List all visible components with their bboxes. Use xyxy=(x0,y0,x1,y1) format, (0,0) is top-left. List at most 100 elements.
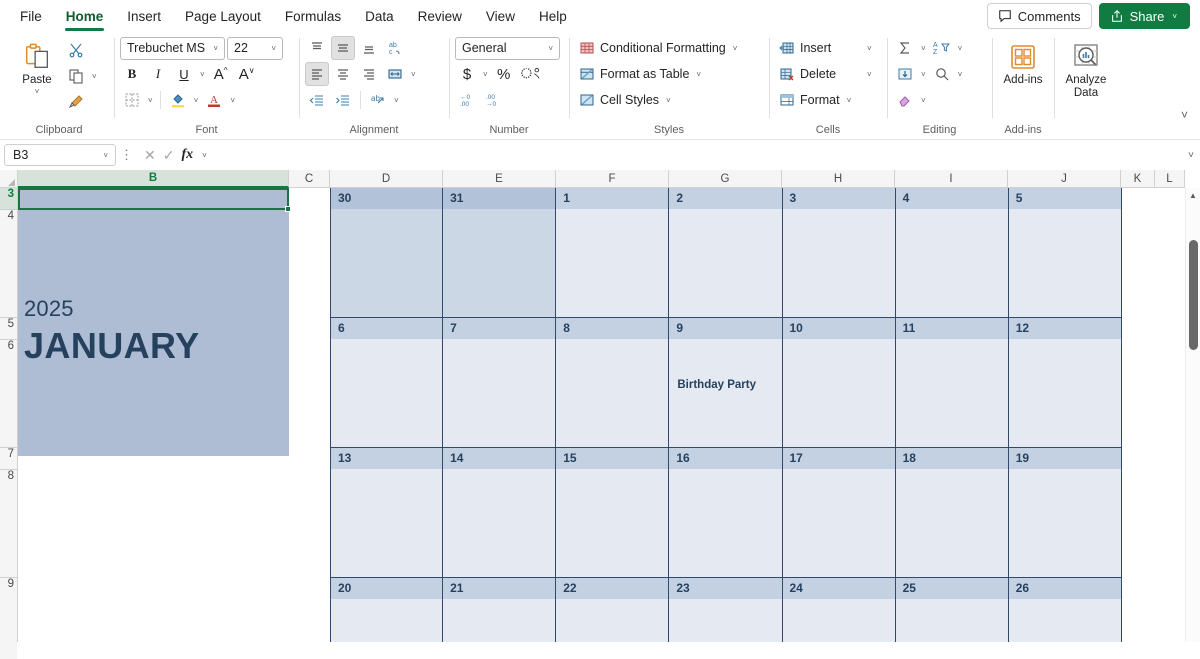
select-all-corner[interactable] xyxy=(0,170,18,188)
calendar-day-cell[interactable]: 12 xyxy=(1009,318,1122,448)
column-header-B[interactable]: B xyxy=(18,170,289,188)
merge-caret-icon[interactable]: ˅ xyxy=(409,70,418,79)
font-size-caret-icon[interactable]: ˅ xyxy=(269,44,278,53)
calendar-day-cell[interactable]: 7 xyxy=(443,318,556,448)
delete-cells-button[interactable]: Delete xyxy=(775,62,863,86)
calendar-day-cell[interactable]: 30 xyxy=(330,188,443,318)
tab-data[interactable]: Data xyxy=(355,5,404,28)
font-color-button[interactable]: A xyxy=(202,88,226,112)
calendar-day-cell[interactable]: 25 xyxy=(896,578,1009,642)
tab-view[interactable]: View xyxy=(476,5,525,28)
calendar-day-cell[interactable]: 15 xyxy=(556,448,669,578)
number-format-combo[interactable]: General ˅ xyxy=(455,37,560,60)
align-right-button[interactable] xyxy=(357,62,381,86)
fill-handle[interactable] xyxy=(285,206,291,212)
autosum-button[interactable] xyxy=(893,36,917,60)
copy-button[interactable] xyxy=(64,64,88,88)
decrease-decimal-button[interactable]: ←0.00 xyxy=(455,88,479,112)
format-as-table-button[interactable]: Format as Table ˅ xyxy=(575,62,707,86)
borders-caret-icon[interactable]: ˅ xyxy=(146,96,155,105)
calendar-day-cell[interactable]: 2 xyxy=(669,188,782,318)
align-top-button[interactable] xyxy=(305,36,329,60)
insert-function-icon[interactable]: fx xyxy=(181,147,193,163)
shrink-font-button[interactable]: A∨ xyxy=(235,62,259,86)
calendar-day-cell[interactable]: 8 xyxy=(556,318,669,448)
tab-page-layout[interactable]: Page Layout xyxy=(175,5,271,28)
currency-button[interactable]: $ xyxy=(455,62,479,86)
column-header-F[interactable]: F xyxy=(556,170,669,188)
row-header-8[interactable]: 8 xyxy=(0,470,17,578)
cell-styles-caret-icon[interactable]: ˅ xyxy=(664,96,673,105)
cut-button[interactable] xyxy=(64,38,88,62)
paste-caret-icon[interactable]: ˅ xyxy=(33,87,42,96)
vertical-scrollbar[interactable]: ▲ xyxy=(1185,188,1200,642)
column-header-I[interactable]: I xyxy=(895,170,1008,188)
wrap-text-button[interactable]: ab xyxy=(366,88,390,112)
cell-styles-button[interactable]: Cell Styles ˅ xyxy=(575,88,677,112)
currency-caret-icon[interactable]: ˅ xyxy=(481,70,490,79)
column-header-K[interactable]: K xyxy=(1121,170,1155,188)
orientation-button[interactable]: abc xyxy=(383,36,407,60)
calendar-day-cell[interactable]: 1 xyxy=(556,188,669,318)
row-header-5[interactable]: 5 xyxy=(0,318,17,340)
calendar-day-cell[interactable]: 11 xyxy=(896,318,1009,448)
calendar-day-cell[interactable]: 4 xyxy=(896,188,1009,318)
conditional-formatting-button[interactable]: Conditional Formatting ˅ xyxy=(575,36,743,60)
calendar-day-cell[interactable]: 26 xyxy=(1009,578,1122,642)
font-color-caret-icon[interactable]: ˅ xyxy=(228,96,237,105)
wrap-text-caret-icon[interactable]: ˅ xyxy=(392,96,401,105)
column-header-D[interactable]: D xyxy=(330,170,443,188)
tab-formulas[interactable]: Formulas xyxy=(275,5,351,28)
calendar-day-cell[interactable]: 31 xyxy=(443,188,556,318)
fill-caret-icon[interactable]: ˅ xyxy=(919,70,928,79)
fx-caret-icon[interactable]: ˅ xyxy=(200,151,209,160)
scrollbar-thumb[interactable] xyxy=(1189,240,1198,350)
calendar-day-cell[interactable]: 24 xyxy=(783,578,896,642)
row-header-6[interactable]: 6 xyxy=(0,340,17,448)
underline-button[interactable]: U xyxy=(172,62,196,86)
decrease-indent-button[interactable] xyxy=(305,88,329,112)
comments-button[interactable]: Comments xyxy=(987,3,1092,29)
calendar-day-cell[interactable]: 19 xyxy=(1009,448,1122,578)
sort-filter-caret-icon[interactable]: ˅ xyxy=(956,44,965,53)
insert-cells-button[interactable]: Insert xyxy=(775,36,863,60)
column-header-C[interactable]: C xyxy=(289,170,330,188)
find-caret-icon[interactable]: ˅ xyxy=(956,70,965,79)
align-bottom-button[interactable] xyxy=(357,36,381,60)
row-header-9[interactable]: 9 xyxy=(0,578,17,659)
clear-caret-icon[interactable]: ˅ xyxy=(919,96,928,105)
comma-style-button[interactable]: ং xyxy=(518,62,542,86)
align-center-button[interactable] xyxy=(331,62,355,86)
column-header-L[interactable]: L xyxy=(1155,170,1185,188)
autosum-caret-icon[interactable]: ˅ xyxy=(919,44,928,53)
font-name-caret-icon[interactable]: ˅ xyxy=(211,44,220,53)
calendar-day-cell[interactable]: 17 xyxy=(783,448,896,578)
calendar-day-cell[interactable]: 9 Birthday Party xyxy=(669,318,782,448)
fill-button[interactable] xyxy=(893,62,917,86)
share-caret-icon[interactable]: ˅ xyxy=(1170,12,1179,21)
row-header-7[interactable]: 7 xyxy=(0,448,17,470)
find-button[interactable] xyxy=(930,62,954,86)
name-box-caret-icon[interactable]: ˅ xyxy=(101,151,110,160)
italic-button[interactable]: I xyxy=(146,62,170,86)
column-header-G[interactable]: G xyxy=(669,170,782,188)
format-cells-caret-icon[interactable]: ˅ xyxy=(845,96,854,105)
percent-button[interactable]: % xyxy=(492,62,516,86)
calendar-day-cell[interactable]: 5 xyxy=(1009,188,1122,318)
calendar-day-cell[interactable]: 3 xyxy=(783,188,896,318)
calendar-day-cell[interactable]: 16 xyxy=(669,448,782,578)
copy-caret-icon[interactable]: ˅ xyxy=(90,72,99,81)
format-painter-button[interactable] xyxy=(64,90,88,114)
format-cells-button[interactable]: Format ˅ xyxy=(775,88,863,112)
expand-formula-bar-icon[interactable]: ˅ xyxy=(1184,150,1194,161)
tab-insert[interactable]: Insert xyxy=(117,5,171,28)
column-header-E[interactable]: E xyxy=(443,170,556,188)
clear-button[interactable] xyxy=(893,88,917,112)
increase-indent-button[interactable] xyxy=(331,88,355,112)
font-size-combo[interactable]: 22 ˅ xyxy=(227,37,283,60)
calendar-day-cell[interactable]: 6 xyxy=(330,318,443,448)
row-header-4[interactable]: 4 xyxy=(0,210,17,318)
calendar-day-cell[interactable]: 18 xyxy=(896,448,1009,578)
insert-cells-caret-icon[interactable]: ˅ xyxy=(865,44,874,53)
analyze-data-button[interactable]: Analyze Data xyxy=(1060,36,1112,100)
